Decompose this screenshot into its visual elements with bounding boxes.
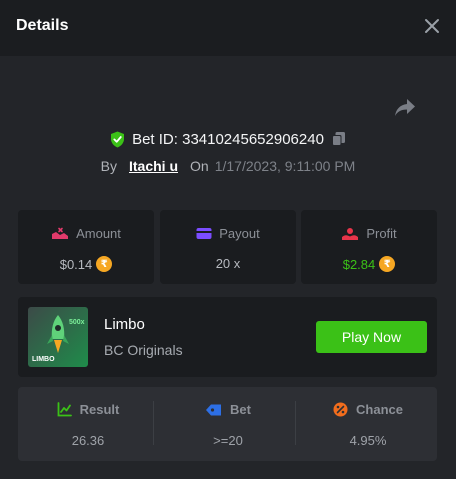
- divider: [153, 401, 154, 445]
- bet-meta-row: By Itachi u On 1/17/2023, 9:11:00 PM: [0, 156, 456, 176]
- modal-title: Details: [16, 17, 69, 34]
- payout-label: Payout: [219, 226, 260, 241]
- bet-tag-icon: [206, 404, 222, 415]
- play-now-button[interactable]: Play Now: [316, 321, 427, 353]
- by-label: By: [100, 158, 117, 174]
- result-panel: Result 26.36 Bet >=20 Chance 4.95%: [18, 387, 437, 461]
- profit-value: $2.84: [342, 256, 376, 272]
- profit-card: Profit $2.84 ₹: [301, 210, 437, 284]
- user-link[interactable]: Itachi u: [129, 158, 178, 174]
- game-name: Limbo: [104, 316, 145, 333]
- chance-label: Chance: [356, 402, 403, 417]
- chance-column: Chance 4.95%: [298, 387, 438, 461]
- bet-value: >=20: [213, 433, 243, 448]
- chance-value: 4.95%: [349, 433, 387, 448]
- rupee-coin-icon: ₹: [379, 256, 396, 272]
- result-chart-icon: [57, 402, 72, 417]
- result-value: 26.36: [71, 433, 105, 448]
- thumb-badge: 500x: [69, 319, 85, 326]
- profit-label: Profit: [366, 226, 397, 241]
- modal-header: Details: [0, 0, 456, 56]
- payout-value: 20 x: [215, 256, 241, 271]
- divider: [295, 401, 296, 445]
- bet-id-row: Bet ID: 33410245652906240: [0, 128, 456, 150]
- amount-icon: [52, 227, 69, 239]
- share-icon[interactable]: [394, 98, 416, 118]
- result-column: Result 26.36: [18, 387, 158, 461]
- amount-value: $0.14: [59, 256, 93, 272]
- game-provider: BC Originals: [104, 342, 183, 358]
- thumb-title: LIMBO: [32, 356, 55, 363]
- amount-card: Amount $0.14 ₹: [18, 210, 154, 284]
- copy-icon[interactable]: [331, 131, 346, 147]
- game-card: 500x LIMBO Limbo BC Originals Play Now: [18, 297, 437, 377]
- shield-check-icon: [111, 131, 125, 147]
- profit-icon: [342, 227, 359, 240]
- result-label: Result: [79, 402, 120, 417]
- limbo-thumbnail[interactable]: 500x LIMBO: [28, 307, 88, 367]
- bet-column: Bet >=20: [158, 387, 298, 461]
- on-label: On: [190, 158, 209, 174]
- bet-date: 1/17/2023, 9:11:00 PM: [214, 158, 356, 174]
- amount-label: Amount: [76, 226, 121, 241]
- bet-id: Bet ID: 33410245652906240: [132, 130, 324, 148]
- percent-icon: [333, 402, 348, 417]
- bet-label: Bet: [230, 402, 251, 417]
- payout-card: Payout 20 x: [160, 210, 296, 284]
- close-icon[interactable]: [424, 18, 440, 34]
- rupee-coin-icon: ₹: [96, 256, 113, 272]
- wallet-icon: [196, 228, 212, 239]
